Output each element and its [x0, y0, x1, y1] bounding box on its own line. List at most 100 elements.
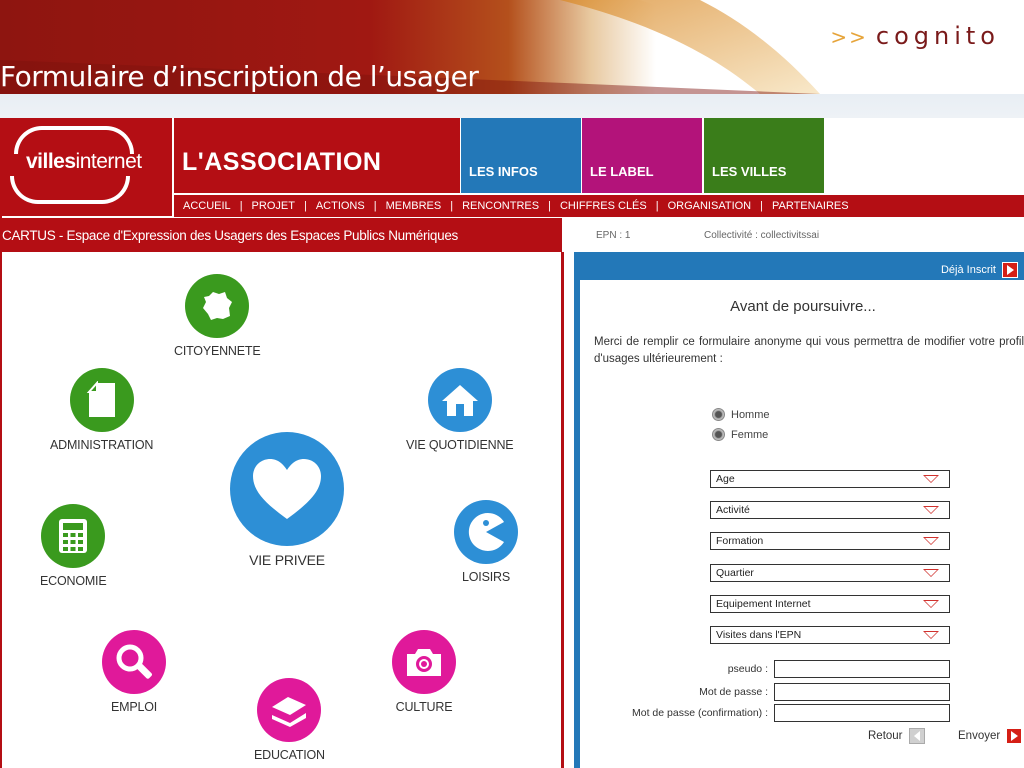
select-value: Formation: [716, 535, 764, 547]
villesinternet-logo[interactable]: villesinternet: [2, 118, 172, 216]
category-panel: CITOYENNETE ADMINISTRATION VIE QUOTIDIEN…: [2, 252, 564, 768]
magnifier-icon: [102, 630, 166, 694]
already-registered-button[interactable]: Déjà Inscrit: [941, 262, 1018, 278]
radio-button[interactable]: [712, 428, 725, 441]
logo-swoosh-bottom: [10, 176, 130, 204]
select-quartier[interactable]: Quartier: [710, 564, 950, 582]
epn-info: EPN : 1: [596, 230, 631, 241]
info-row: EPN : 1 Collectivité : collectivitssai: [568, 218, 1024, 252]
select-value: Activité: [716, 504, 750, 516]
send-label: Envoyer: [958, 730, 1001, 742]
password-confirm-input[interactable]: [774, 704, 950, 722]
camera-icon: [392, 630, 456, 694]
registration-panel: EPN : 1 Collectivité : collectivitssai D…: [568, 218, 1024, 768]
category-citoyennete[interactable]: CITOYENNETE: [174, 274, 261, 358]
select-value: Visites dans l'EPN: [716, 629, 802, 641]
tab-label: LES VILLES: [712, 164, 787, 179]
logo-text: villesinternet: [26, 150, 142, 173]
category-culture[interactable]: CULTURE: [392, 630, 456, 714]
select-age[interactable]: Age: [710, 470, 950, 488]
heart-icon: [230, 432, 344, 546]
category-economie[interactable]: ECONOMIE: [40, 504, 107, 588]
arrow-right-icon: [1006, 728, 1023, 744]
select-formation[interactable]: Formation: [710, 532, 950, 550]
nav-item-projet[interactable]: PROJET: [243, 200, 304, 212]
association-header[interactable]: L'ASSOCIATION: [174, 118, 460, 193]
category-label: CITOYENNETE: [174, 344, 261, 358]
slide-header: >> cognito Formulaire d’inscription de l’…: [0, 0, 1024, 118]
radio-button[interactable]: [712, 408, 725, 421]
category-administration[interactable]: ADMINISTRATION: [50, 368, 153, 452]
category-label: EMPLOI: [110, 700, 158, 714]
brand-name: cognito: [875, 22, 1000, 50]
password-label: Mot de passe :: [699, 686, 768, 698]
category-label: CULTURE: [395, 700, 453, 714]
category-label: LOISIRS: [462, 570, 510, 584]
category-vie-privee[interactable]: VIE PRIVEE: [230, 432, 344, 568]
form-header: Déjà Inscrit: [580, 258, 1024, 280]
radio-femme[interactable]: Femme: [712, 428, 768, 441]
france-map-icon: [185, 274, 250, 338]
radio-homme[interactable]: Homme: [712, 408, 770, 421]
slide: >> cognito Formulaire d’inscription de l’…: [0, 0, 1024, 768]
nav-item-actions[interactable]: ACTIONS: [307, 200, 374, 212]
pseudo-input[interactable]: [774, 660, 950, 678]
tab-label: LE LABEL: [590, 164, 654, 179]
section-title-bar: CARTUS - Espace d'Expression des Usagers…: [2, 218, 562, 252]
tab-le-label[interactable]: LE LABEL: [582, 118, 702, 193]
nav-item-membres[interactable]: MEMBRES: [377, 200, 451, 212]
send-button[interactable]: Envoyer: [958, 728, 1023, 744]
nav-item-rencontres[interactable]: RENCONTRES: [453, 200, 548, 212]
tab-label: LES INFOS: [469, 164, 538, 179]
category-label: EDUCATION: [254, 748, 325, 762]
category-label: ECONOMIE: [40, 574, 107, 588]
nav-item-organisation[interactable]: ORGANISATION: [659, 200, 761, 212]
select-value: Equipement Internet: [716, 598, 811, 610]
cognito-logo: >> cognito: [830, 22, 1000, 50]
dropdown-caret-icon: [923, 506, 939, 514]
category-label: ADMINISTRATION: [50, 438, 154, 452]
dropdown-caret-icon: [923, 475, 939, 483]
form-title: Avant de poursuivre...: [730, 298, 876, 315]
select-visites-epn[interactable]: Visites dans l'EPN: [710, 626, 950, 644]
books-icon: [257, 678, 322, 742]
arrow-left-icon: [908, 728, 925, 744]
dropdown-caret-icon: [923, 569, 939, 577]
dropdown-caret-icon: [923, 600, 939, 608]
select-equipement-internet[interactable]: Equipement Internet: [710, 595, 950, 613]
arrow-right-icon: [1002, 262, 1018, 278]
category-label: VIE QUOTIDIENNE: [406, 438, 514, 452]
dropdown-caret-icon: [923, 537, 939, 545]
category-emploi[interactable]: EMPLOI: [102, 630, 166, 714]
registration-form: Déjà Inscrit Avant de poursuivre... Merc…: [574, 252, 1024, 768]
radio-label: Femme: [731, 428, 769, 441]
select-activite[interactable]: Activité: [710, 501, 950, 519]
select-value: Age: [716, 473, 735, 485]
category-vie-quotidienne[interactable]: VIE QUOTIDIENNE: [406, 368, 514, 452]
collectivite-info: Collectivité : collectivitssai: [704, 230, 820, 241]
password-confirm-label: Mot de passe (confirmation) :: [632, 707, 768, 719]
nav-item-accueil[interactable]: ACCUEIL: [174, 200, 240, 212]
back-label: Retour: [868, 730, 903, 742]
pacman-icon: [454, 500, 518, 564]
password-row: Mot de passe :: [580, 683, 1024, 701]
tab-les-infos[interactable]: LES INFOS: [461, 118, 581, 193]
document-icon: [69, 368, 134, 432]
dropdown-caret-icon: [923, 631, 939, 639]
already-registered-label: Déjà Inscrit: [940, 264, 996, 276]
brand-arrows: >>: [830, 25, 868, 49]
form-intro: Merci de remplir ce formulaire anonyme q…: [594, 336, 1024, 365]
pseudo-label: pseudo :: [727, 663, 768, 675]
tab-les-villes[interactable]: LES VILLES: [704, 118, 824, 193]
back-button[interactable]: Retour: [868, 728, 925, 744]
main-nav: ACCUEIL | PROJET | ACTIONS | MEMBRES | R…: [174, 195, 1024, 217]
category-education[interactable]: EDUCATION: [254, 678, 325, 762]
house-icon: [427, 368, 492, 432]
password-input[interactable]: [774, 683, 950, 701]
nav-item-partenaires[interactable]: PARTENAIRES: [763, 200, 858, 212]
website: villesinternet L'ASSOCIATION LES INFOS L…: [0, 118, 1024, 768]
nav-item-chiffres-cles[interactable]: CHIFFRES CLÉS: [551, 200, 656, 212]
slide-title: Formulaire d’inscription de l’usager: [0, 60, 479, 93]
category-loisirs[interactable]: LOISIRS: [454, 500, 518, 584]
calculator-icon: [41, 504, 106, 568]
